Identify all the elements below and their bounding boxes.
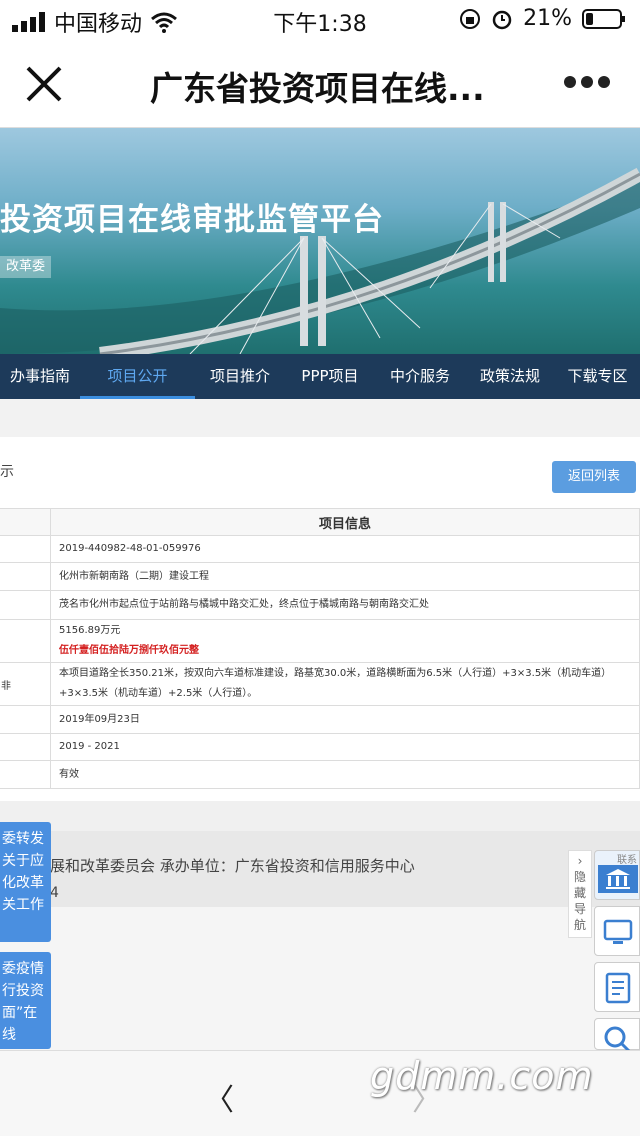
spacer bbox=[0, 399, 640, 437]
table-header-key bbox=[0, 508, 51, 536]
rotation-lock-icon bbox=[460, 8, 481, 29]
row-key: 非 bbox=[0, 662, 51, 706]
nav-bar: 广东省投资项目在线... bbox=[0, 40, 640, 128]
menu-item-project-public[interactable]: 项目公开 bbox=[80, 354, 195, 399]
row-value: 本项目道路全长350.21米，按双向六车道标准建设，路基宽30.0米，道路横断面… bbox=[50, 662, 640, 706]
page-title: 广东省投资项目在线... bbox=[150, 69, 485, 108]
side-search-button[interactable] bbox=[594, 1018, 640, 1055]
notice-card-2[interactable]: 委疫情 行投资 面”在线 bbox=[0, 952, 51, 1049]
battery-percent: 21% bbox=[523, 6, 572, 31]
footer-extra: 4 bbox=[50, 885, 59, 901]
monitor-icon bbox=[603, 919, 633, 944]
menu-item-download[interactable]: 下载专区 bbox=[555, 354, 640, 399]
notice-card-1[interactable]: 委转发 关于应 化改革 关工作 bbox=[0, 822, 51, 942]
breadcrumb: 示 bbox=[0, 464, 14, 480]
row-value: 有效 bbox=[50, 760, 640, 789]
main-menu: 办事指南 项目公开 项目推介 PPP项目 中介服务 政策法规 下载专区 bbox=[0, 354, 640, 399]
watermark: gdmm.com bbox=[370, 1054, 594, 1098]
row-value: 茂名市化州市起点位于站前路与橘城中路交汇处，终点位于橘城南路与朝南路交汇处 bbox=[50, 590, 640, 620]
row-value: 2019 - 2021 bbox=[50, 733, 640, 761]
site-footer: 展和改革委员会 承办单位：广东省投资和信用服务中心 4 bbox=[0, 831, 640, 907]
table-title: 项目信息 bbox=[50, 508, 640, 536]
project-info-table: 项目信息 2019-440982-48-01-059976 化州市新朝南路（二期… bbox=[0, 508, 640, 789]
hide-nav-toggle[interactable]: › 隐藏导航 bbox=[568, 850, 592, 938]
project-panel: 示 返回列表 项目信息 2019-440982-48-01-059976 化州市… bbox=[0, 437, 640, 801]
table-row: 非 本项目道路全长350.21米，按双向六车道标准建设，路基宽30.0米，道路横… bbox=[0, 662, 640, 706]
menu-item-guide[interactable]: 办事指南 bbox=[0, 354, 80, 399]
menu-item-ppp[interactable]: PPP项目 bbox=[285, 354, 375, 399]
row-key bbox=[0, 705, 51, 734]
row-value: 2019-440982-48-01-059976 bbox=[50, 535, 640, 563]
row-value: 化州市新朝南路（二期）建设工程 bbox=[50, 562, 640, 591]
amount-number: 5156.89万元 bbox=[59, 625, 121, 636]
table-row: 5156.89万元 伍仟壹佰伍拾陆万捌仟玖佰元整 bbox=[0, 619, 640, 663]
table-header-row: 项目信息 bbox=[0, 508, 640, 536]
side-contact-label: 联系 bbox=[617, 855, 637, 866]
back-arrow-icon[interactable]: 〈 bbox=[204, 1075, 234, 1119]
menu-item-agency[interactable]: 中介服务 bbox=[375, 354, 465, 399]
spacer bbox=[0, 801, 640, 831]
hero-banner: 投资项目在线审批监管平台 改革委 bbox=[0, 128, 640, 354]
side-online-button[interactable] bbox=[594, 906, 640, 956]
close-icon[interactable] bbox=[22, 62, 66, 106]
status-bar: 中国移动 下午1:38 21% bbox=[0, 0, 640, 40]
row-key bbox=[0, 619, 51, 663]
amount-chinese: 伍仟壹佰伍拾陆万捌仟玖佰元整 bbox=[59, 645, 199, 656]
table-row: 2019年09月23日 bbox=[0, 705, 640, 734]
more-menu-icon[interactable] bbox=[564, 76, 610, 92]
alarm-icon bbox=[492, 10, 512, 29]
footer-sponsor: 展和改革委员会 承办单位：广东省投资和信用服务中心 bbox=[50, 857, 415, 875]
menu-item-policy[interactable]: 政策法规 bbox=[465, 354, 555, 399]
table-row: 化州市新朝南路（二期）建设工程 bbox=[0, 562, 640, 591]
row-key bbox=[0, 733, 51, 761]
battery-icon bbox=[582, 8, 625, 29]
banner-headline: 投资项目在线审批监管平台 bbox=[0, 202, 384, 238]
document-icon bbox=[605, 972, 631, 1004]
hide-nav-label: 隐藏导航 bbox=[574, 870, 587, 932]
page-background bbox=[0, 907, 640, 1050]
back-to-list-button[interactable]: 返回列表 bbox=[552, 461, 636, 493]
table-row: 2019 - 2021 bbox=[0, 733, 640, 761]
table-row: 有效 bbox=[0, 760, 640, 789]
row-key bbox=[0, 535, 51, 563]
banner-tag: 改革委 bbox=[0, 256, 52, 278]
row-key bbox=[0, 562, 51, 591]
bank-icon bbox=[598, 865, 638, 893]
table-row: 2019-440982-48-01-059976 bbox=[0, 535, 640, 563]
bridge-illustration bbox=[0, 167, 640, 354]
row-value: 2019年09月23日 bbox=[50, 705, 640, 734]
side-doc-button[interactable] bbox=[594, 962, 640, 1012]
row-key bbox=[0, 590, 51, 620]
row-key bbox=[0, 760, 51, 789]
side-contact-button[interactable]: 联系 bbox=[594, 850, 640, 900]
status-right: 21% bbox=[459, 6, 626, 31]
chevron-right-icon: › bbox=[577, 854, 583, 868]
menu-item-promotion[interactable]: 项目推介 bbox=[195, 354, 285, 399]
row-value-amount: 5156.89万元 伍仟壹佰伍拾陆万捌仟玖佰元整 bbox=[50, 619, 640, 663]
table-row: 茂名市化州市起点位于站前路与橘城中路交汇处，终点位于橘城南路与朝南路交汇处 bbox=[0, 590, 640, 620]
